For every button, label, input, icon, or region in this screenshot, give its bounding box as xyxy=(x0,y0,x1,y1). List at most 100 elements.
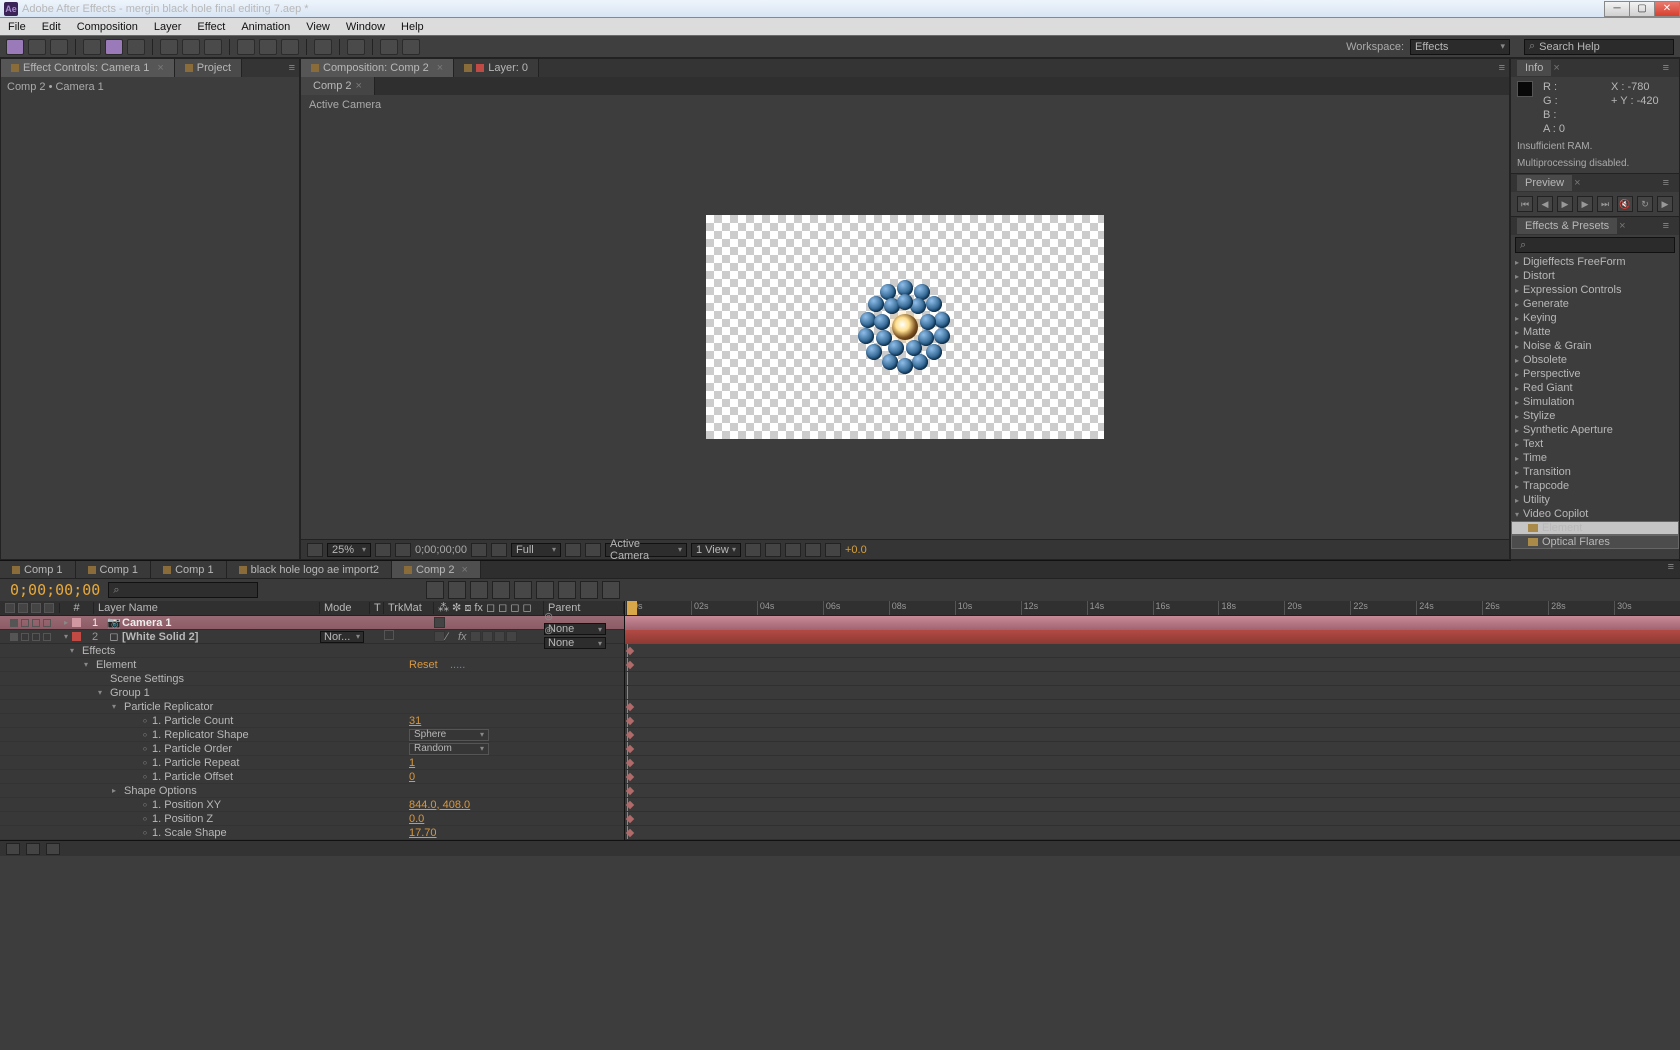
timeline-tool-icon[interactable] xyxy=(514,581,532,599)
menu-window[interactable]: Window xyxy=(338,21,393,33)
timeline-tool-icon[interactable] xyxy=(580,581,598,599)
keyframe[interactable] xyxy=(626,661,634,669)
effect-category[interactable]: Time xyxy=(1511,451,1679,465)
effect-item[interactable]: Optical Flares xyxy=(1511,535,1679,549)
keyframe[interactable] xyxy=(626,745,634,753)
pickwhip-icon[interactable]: ⊚ xyxy=(544,611,553,623)
loop-icon[interactable]: ↻ xyxy=(1637,196,1653,212)
effect-category[interactable]: Expression Controls xyxy=(1511,283,1679,297)
zoom-tool-icon[interactable] xyxy=(50,39,68,55)
stopwatch-icon[interactable]: ⸰ xyxy=(138,756,152,769)
visibility-toggle[interactable] xyxy=(10,633,18,641)
property-row[interactable]: ⸰1. Scale Shape17.70 xyxy=(0,826,624,840)
property-row[interactable]: ⸰1. Replicator ShapeSphere xyxy=(0,728,624,742)
effect-category[interactable]: Transition xyxy=(1511,465,1679,479)
footer-btn[interactable] xyxy=(375,543,391,557)
pan-behind-tool-icon[interactable] xyxy=(127,39,145,55)
close-button[interactable]: ✕ xyxy=(1654,1,1680,17)
text-tool-icon[interactable] xyxy=(204,39,222,55)
panel-menu-icon[interactable]: ≡ xyxy=(1659,62,1673,74)
resolution-dropdown[interactable]: Full xyxy=(511,543,561,557)
timeline-tool-icon[interactable] xyxy=(470,581,488,599)
property-value[interactable]: 17.70 xyxy=(409,827,437,839)
property-row[interactable]: ▾ElementReset ..... xyxy=(0,658,624,672)
timeline-tool-icon[interactable] xyxy=(602,581,620,599)
stopwatch-icon[interactable]: ⸰ xyxy=(138,770,152,783)
twirl-icon[interactable]: ▾ xyxy=(60,632,72,641)
panel-menu-icon[interactable]: ≡ xyxy=(1659,177,1673,189)
effect-category[interactable]: Obsolete xyxy=(1511,353,1679,367)
twirl-icon[interactable]: ▾ xyxy=(98,688,110,697)
effect-item-selected[interactable]: Element xyxy=(1511,521,1679,535)
property-value[interactable]: 1 xyxy=(409,757,415,769)
property-row[interactable]: ⸰1. Particle OrderRandom xyxy=(0,742,624,756)
timeline-tool-icon[interactable] xyxy=(426,581,444,599)
keyframe[interactable] xyxy=(626,829,634,837)
menu-file[interactable]: File xyxy=(0,21,34,33)
workspace-dropdown[interactable]: Effects xyxy=(1410,39,1510,55)
hand-tool-icon[interactable] xyxy=(28,39,46,55)
footer-btn[interactable] xyxy=(565,543,581,557)
rect-tool-icon[interactable] xyxy=(160,39,178,55)
close-icon[interactable]: × xyxy=(1619,220,1625,232)
brush-tool-icon[interactable] xyxy=(237,39,255,55)
statusbar-btn[interactable] xyxy=(46,843,60,855)
timeline-tab[interactable]: Comp 1 xyxy=(76,561,152,578)
property-value[interactable]: 31 xyxy=(409,715,421,727)
effect-category[interactable]: Text xyxy=(1511,437,1679,451)
search-help-input[interactable]: Search Help xyxy=(1524,39,1674,55)
pen-tool-icon[interactable] xyxy=(182,39,200,55)
property-row[interactable]: ⸰1. Position Z0.0 xyxy=(0,812,624,826)
panel-menu-icon[interactable]: ≡ xyxy=(1659,220,1673,232)
effect-category[interactable]: Keying xyxy=(1511,311,1679,325)
panel-tab-info[interactable]: Info xyxy=(1517,60,1551,76)
switch[interactable] xyxy=(494,631,505,642)
close-icon[interactable]: × xyxy=(1553,62,1559,74)
menu-help[interactable]: Help xyxy=(393,21,432,33)
next-frame-icon[interactable]: ▶ xyxy=(1577,196,1593,212)
property-dropdown[interactable]: Random xyxy=(409,743,489,755)
timeline-tool-icon[interactable] xyxy=(536,581,554,599)
twirl-icon[interactable]: ▸ xyxy=(60,618,72,627)
current-time[interactable]: 0;00;00;00 xyxy=(10,581,100,599)
layer-bar[interactable] xyxy=(625,630,1680,644)
rotate-tool-icon[interactable] xyxy=(83,39,101,55)
footer-btn[interactable] xyxy=(805,543,821,557)
tab-composition[interactable]: Composition: Comp 2 xyxy=(301,59,454,77)
menu-composition[interactable]: Composition xyxy=(69,21,146,33)
menu-layer[interactable]: Layer xyxy=(146,21,190,33)
trkmat-toggle[interactable] xyxy=(384,630,394,640)
keyframe[interactable] xyxy=(626,815,634,823)
roto-tool-icon[interactable] xyxy=(314,39,332,55)
effect-category[interactable]: Perspective xyxy=(1511,367,1679,381)
panel-menu-icon[interactable]: ≡ xyxy=(1664,561,1680,578)
lock-toggle[interactable] xyxy=(43,633,51,641)
stopwatch-icon[interactable]: ⸰ xyxy=(138,826,152,839)
stopwatch-icon[interactable]: ⸰ xyxy=(138,798,152,811)
timeline-tool-icon[interactable] xyxy=(492,581,510,599)
twirl-icon[interactable]: ▾ xyxy=(112,702,124,711)
footer-time[interactable]: 0;00;00;00 xyxy=(415,544,467,556)
keyframe[interactable] xyxy=(626,801,634,809)
footer-btn[interactable] xyxy=(825,543,841,557)
switch[interactable] xyxy=(482,631,493,642)
panel-tab-preview[interactable]: Preview xyxy=(1517,175,1572,191)
first-frame-icon[interactable]: ⏮ xyxy=(1517,196,1533,212)
keyframe[interactable] xyxy=(626,759,634,767)
solo-toggle[interactable] xyxy=(32,619,40,627)
view-mode-dropdown[interactable]: Active Camera xyxy=(605,543,687,557)
keyframe[interactable] xyxy=(626,647,634,655)
col-name[interactable]: Layer Name xyxy=(98,602,158,614)
snapshot-icon[interactable] xyxy=(471,543,487,557)
timeline-tab[interactable]: Comp 1 xyxy=(0,561,76,578)
keyframe[interactable] xyxy=(626,787,634,795)
stopwatch-icon[interactable]: ⸰ xyxy=(138,812,152,825)
views-dropdown[interactable]: 1 View xyxy=(691,543,741,557)
property-value[interactable]: 844.0, 408.0 xyxy=(409,799,470,811)
camera-tool-icon[interactable] xyxy=(105,39,123,55)
property-dropdown[interactable]: Sphere xyxy=(409,729,489,741)
effects-list[interactable]: Digieffects FreeForm Distort Expression … xyxy=(1511,255,1679,560)
maximize-button[interactable]: ▢ xyxy=(1629,1,1655,17)
col-idx[interactable]: # xyxy=(73,602,79,614)
property-row[interactable]: ⸰1. Particle Offset0 xyxy=(0,770,624,784)
